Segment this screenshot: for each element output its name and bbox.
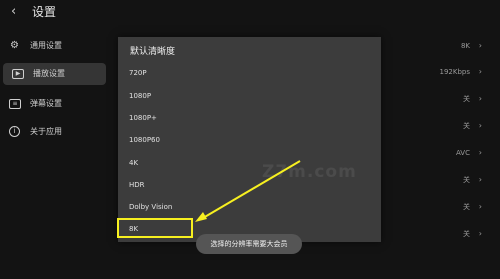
- danmaku-icon: ≡: [9, 99, 21, 109]
- setting-value: 关: [463, 230, 470, 238]
- sidebar-item-danmaku[interactable]: ≡ 弹幕设置: [0, 93, 106, 115]
- setting-row[interactable]: AVC ›: [370, 145, 482, 163]
- setting-value: AVC: [455, 149, 470, 157]
- sidebar-item-general[interactable]: ⚙ 通用设置: [0, 35, 106, 57]
- chevron-right-icon: ›: [478, 229, 482, 238]
- option-hdr[interactable]: HDR: [129, 181, 145, 190]
- sidebar-item-label: 弹幕设置: [30, 99, 62, 108]
- setting-value: 关: [463, 95, 470, 103]
- chevron-right-icon: ›: [478, 148, 482, 157]
- toast-text: 选择的分辨率需要大会员: [210, 240, 288, 248]
- chevron-right-icon: ›: [478, 94, 482, 103]
- option-4k[interactable]: 4K: [129, 159, 138, 168]
- gear-icon: ⚙: [10, 40, 19, 51]
- setting-value: 192Kbps: [439, 68, 471, 76]
- chevron-right-icon: ›: [478, 67, 482, 76]
- sidebar-item-label: 播放设置: [33, 69, 65, 78]
- setting-value: 8K: [460, 42, 470, 50]
- header-bar: ‹ 设置: [0, 0, 500, 28]
- chevron-left-icon[interactable]: ‹: [11, 4, 25, 20]
- setting-row[interactable]: 关 ›: [370, 118, 482, 136]
- setting-row[interactable]: 关 ›: [370, 199, 482, 217]
- chevron-right-icon: ›: [478, 175, 482, 184]
- setting-value: 关: [463, 203, 470, 211]
- sidebar-item-label: 关于应用: [30, 127, 62, 136]
- chevron-right-icon: ›: [478, 41, 482, 50]
- setting-row[interactable]: 关 ›: [370, 91, 482, 109]
- setting-row[interactable]: 192Kbps ›: [370, 64, 483, 82]
- play-icon: ▶: [12, 69, 24, 79]
- info-icon: i: [9, 126, 20, 137]
- chevron-right-icon: ›: [478, 202, 482, 211]
- resolution-dialog: 默认清晰度 720P 1080P 1080P+ 1080P60 4K HDR D…: [118, 37, 381, 242]
- sidebar-item-playback[interactable]: ▶ 播放设置: [3, 63, 106, 85]
- dialog-title: 默认清晰度: [130, 47, 176, 57]
- setting-row[interactable]: 关 ›: [370, 172, 482, 190]
- setting-value: 关: [463, 122, 470, 130]
- option-1080p60[interactable]: 1080P60: [129, 136, 160, 145]
- sidebar-item-about[interactable]: i 关于应用: [0, 121, 106, 143]
- page-title: 设置: [32, 5, 57, 19]
- watermark: Z7m.com: [262, 162, 357, 182]
- option-720p[interactable]: 720P: [129, 69, 147, 78]
- option-1080p[interactable]: 1080P: [129, 92, 151, 101]
- option-dolby-vision[interactable]: Dolby Vision: [129, 203, 172, 212]
- toast-message: 选择的分辨率需要大会员: [196, 234, 302, 254]
- selected-option-highlight: [117, 218, 193, 238]
- option-1080p-plus[interactable]: 1080P+: [129, 114, 157, 123]
- setting-row[interactable]: 8K ›: [370, 38, 482, 56]
- chevron-right-icon: ›: [478, 121, 482, 130]
- setting-value: 关: [463, 176, 470, 184]
- setting-row[interactable]: 关 ›: [370, 226, 482, 244]
- sidebar-item-label: 通用设置: [30, 41, 62, 50]
